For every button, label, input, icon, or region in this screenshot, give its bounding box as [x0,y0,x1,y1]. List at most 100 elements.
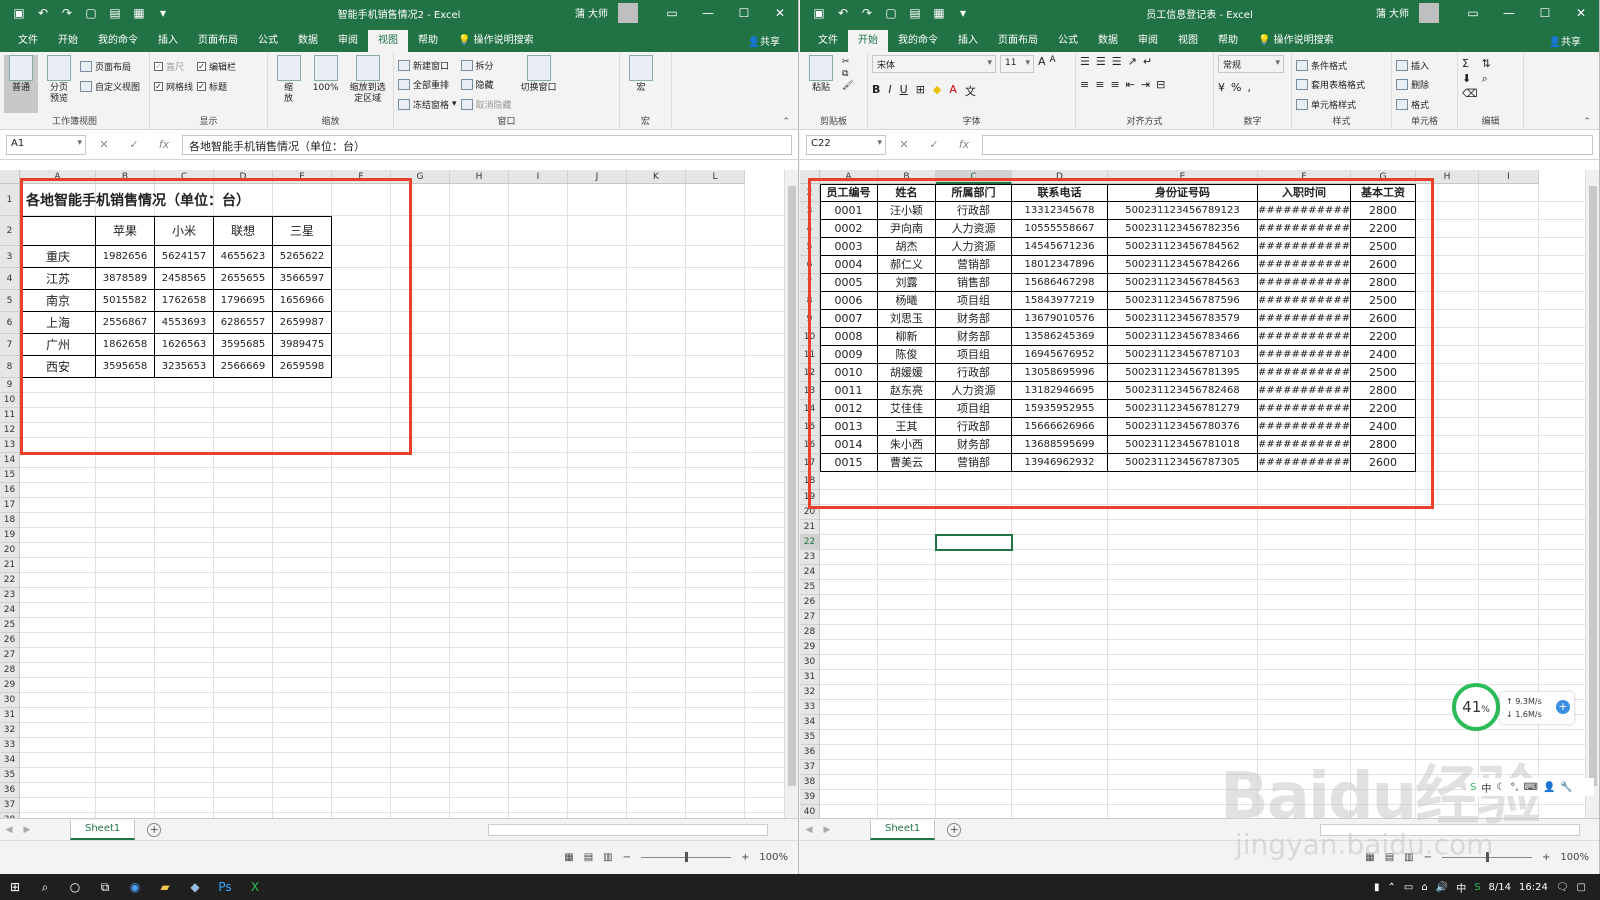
tab-page-layout[interactable]: 页面布局 [188,30,248,52]
table-cell[interactable]: 2200 [1351,400,1416,418]
font-name-select[interactable]: 宋体 [872,55,996,73]
table-cell[interactable]: 13312345678 [1012,202,1108,220]
table-cell[interactable]: 5265622 [273,246,332,268]
row-header[interactable]: 23 [0,588,20,603]
row-header[interactable]: 35 [800,730,820,745]
table-cell[interactable]: 0015 [820,454,878,472]
headings-checkbox[interactable]: ✓ 标题 [197,77,236,95]
tab-help[interactable]: 帮助 [408,30,448,52]
row-header[interactable]: 11 [800,346,820,364]
row-header[interactable]: 6 [800,256,820,274]
table-cell[interactable]: 500231123456781018 [1108,436,1258,454]
horizontal-scrollbar[interactable] [488,824,768,836]
column-header[interactable]: I [1479,170,1539,184]
table-header-cell[interactable]: 联想 [214,216,273,246]
table-header-cell[interactable]: 三星 [273,216,332,246]
zoom-button[interactable]: 缩放 [272,55,305,113]
table-cell[interactable]: 销售部 [936,274,1012,292]
zoom-out-icon[interactable]: − [623,852,631,863]
table-cell[interactable]: 6286557 [214,312,273,334]
zoom-100-button[interactable]: 100% [309,55,342,113]
table-row-label[interactable]: 广州 [20,334,96,356]
date[interactable]: 8/14 [1489,882,1511,893]
table-cell[interactable]: 营销部 [936,256,1012,274]
table-cell[interactable]: 0003 [820,238,878,256]
save-icon[interactable]: ▣ [10,6,28,20]
app-icon[interactable]: ◆ [180,880,210,894]
table-cell[interactable]: 3878589 [96,268,155,290]
row-header[interactable]: 21 [800,520,820,535]
table-row-label[interactable]: 南京 [20,290,96,312]
expand-icon[interactable]: + [1556,700,1570,714]
table-cell[interactable]: 项目组 [936,292,1012,310]
zoom-in-icon[interactable]: + [741,852,749,863]
sheet-tab[interactable]: Sheet1 [70,819,136,840]
table-cell[interactable]: 5624157 [155,246,214,268]
table-cell[interactable]: 2655655 [214,268,273,290]
custom-views-button[interactable]: 自定义视图 [80,77,140,95]
table-cell[interactable]: 艾佳佳 [878,400,936,418]
table-cell[interactable]: 3566597 [273,268,332,290]
table-cell[interactable]: 胡杰 [878,238,936,256]
table-cell[interactable]: 2500 [1351,238,1416,256]
row-header[interactable]: 29 [800,640,820,655]
close-icon[interactable]: ✕ [1563,0,1599,26]
customize-qat-icon[interactable]: ▾ [954,6,972,20]
align-center-icon[interactable]: ≡ [1095,78,1104,91]
insert-function-icon[interactable]: fx [952,138,976,151]
select-all-corner[interactable] [800,170,820,184]
row-header[interactable]: 31 [800,670,820,685]
table-cell[interactable]: 1762658 [155,290,214,312]
align-left-icon[interactable]: ≡ [1080,78,1089,91]
table-cell[interactable]: 13679010576 [1012,310,1108,328]
table-cell[interactable]: 曹美云 [878,454,936,472]
user-name[interactable]: 蒲 大师 [575,5,608,20]
row-header[interactable]: 23 [800,550,820,565]
table-cell[interactable]: 杨曦 [878,292,936,310]
column-header[interactable]: J [568,170,627,184]
insert-function-icon[interactable]: fx [152,138,176,151]
table-cell[interactable]: 柳新 [878,328,936,346]
table-cell[interactable]: ############ [1258,238,1351,256]
percent-icon[interactable]: % [1231,81,1241,94]
row-header[interactable]: 9 [800,310,820,328]
vertical-scrollbar[interactable] [1585,170,1599,818]
cancel-icon[interactable]: ✕ [892,138,916,151]
table-cell[interactable]: 2800 [1351,382,1416,400]
orientation-icon[interactable]: ↗ [1128,55,1137,68]
column-header[interactable]: G [1351,170,1416,184]
table-cell[interactable]: 项目组 [936,400,1012,418]
split-button[interactable]: 拆分 [460,57,512,74]
format-as-table-button[interactable]: 套用表格格式 [1296,76,1365,93]
row-header[interactable]: 19 [0,528,20,543]
column-header[interactable]: B [96,170,155,184]
table-cell[interactable]: 0004 [820,256,878,274]
align-right-icon[interactable]: ≡ [1110,78,1119,91]
row-header[interactable]: 22 [800,535,820,550]
wrap-text-icon[interactable]: ↵ [1143,55,1152,68]
table-cell[interactable]: 2500 [1351,292,1416,310]
row-header[interactable]: 40 [800,805,820,818]
column-header[interactable]: B [878,170,936,184]
column-header[interactable]: F [1258,170,1351,184]
sheet-tab[interactable]: Sheet1 [870,819,936,840]
prev-sheet-icon[interactable]: ◀ [800,825,818,835]
save-as-icon[interactable]: ▤ [106,6,124,20]
table-header-cell[interactable]: 姓名 [878,184,936,202]
customize-qat-icon[interactable]: ▾ [154,6,172,20]
table-cell[interactable]: 13058695996 [1012,364,1108,382]
table-cell[interactable]: 14545671236 [1012,238,1108,256]
browser-icon[interactable]: ◉ [120,880,150,894]
table-row-label[interactable]: 江苏 [20,268,96,290]
table-cell[interactable]: 500231123456787305 [1108,454,1258,472]
table-cell[interactable]: 0010 [820,364,878,382]
table-cell[interactable]: 营销部 [936,454,1012,472]
shrink-font-icon[interactable]: A [1050,55,1056,73]
row-header[interactable]: 32 [800,685,820,700]
row-header[interactable]: 33 [0,738,20,753]
tab-help[interactable]: 帮助 [1208,30,1248,52]
zoom-to-selection-button[interactable]: 缩放到选定区域 [346,55,389,113]
table-cell[interactable]: 500231123456783579 [1108,310,1258,328]
table-cell[interactable]: 1626563 [155,334,214,356]
maximize-icon[interactable]: ☐ [726,0,762,26]
